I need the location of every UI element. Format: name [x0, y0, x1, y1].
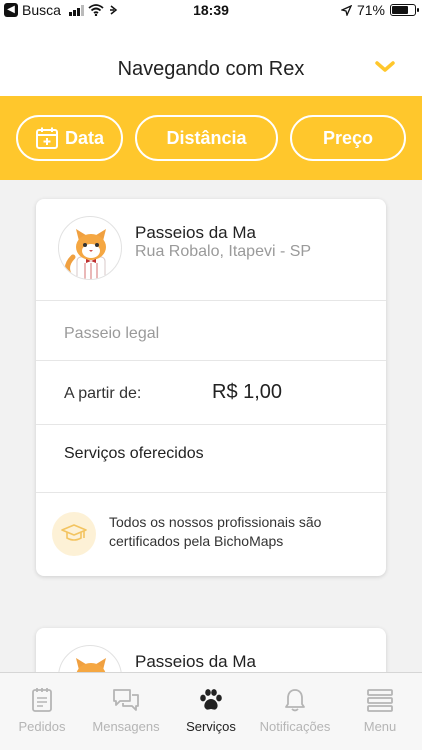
bell-icon: [280, 686, 310, 714]
chat-icon: [111, 686, 141, 714]
card-header: Passeios da Ma Rua Robalo, Itapevi - SP: [36, 199, 386, 300]
services-label[interactable]: Serviços oferecidos: [64, 445, 204, 463]
tab-bar: Pedidos Mensagens Serviços Notificações …: [0, 672, 422, 750]
calendar-icon: [35, 127, 58, 149]
page-title: Navegando com Rex: [117, 58, 305, 80]
description-row: Passeio legal: [36, 300, 386, 360]
filter-distance-label: Distância: [166, 127, 247, 148]
tab-mensagens[interactable]: Mensagens: [84, 673, 168, 741]
filter-price-label: Preço: [322, 127, 374, 148]
menu-icon: [365, 686, 395, 714]
certification-text: Todos os nossos profissionais são certif…: [109, 514, 322, 549]
price-label: A partir de:: [64, 385, 142, 402]
chevron-down-icon[interactable]: [374, 58, 396, 76]
graduation-cap-icon: [52, 512, 96, 556]
filter-price-button[interactable]: Preço: [290, 115, 406, 161]
shop-address: Rua Robalo, Itapevi - SP: [135, 243, 312, 260]
battery-fill: [392, 6, 408, 14]
status-right: 71%: [340, 2, 419, 18]
shop-name: Passeios da Ma: [135, 652, 256, 671]
paw-icon: [196, 686, 226, 714]
tab-notificacoes[interactable]: Notificações: [253, 673, 337, 741]
tab-label: Serviços: [186, 719, 236, 734]
filter-date-button[interactable]: Data: [16, 115, 123, 161]
tab-label: Menu: [363, 719, 397, 734]
filter-bar: Data Distância Preço: [0, 96, 422, 180]
cat-avatar-icon: [58, 216, 122, 280]
tab-menu[interactable]: Menu: [338, 673, 422, 741]
tab-pedidos[interactable]: Pedidos: [0, 673, 84, 741]
shop-name: Passeios da Ma: [135, 223, 256, 242]
status-bar: ◀ Busca 18:39 71%: [0, 0, 422, 20]
certification-row: Todos os nossos profissionais são certif…: [36, 492, 386, 576]
filter-date-label: Data: [64, 127, 104, 148]
tab-label: Mensagens: [92, 719, 160, 734]
battery-percent: 71%: [356, 2, 385, 18]
service-description: Passeio legal: [64, 325, 160, 342]
header: Navegando com Rex: [0, 20, 422, 96]
clipboard-icon: [27, 686, 57, 714]
tab-label: Pedidos: [18, 719, 66, 734]
battery-icon: [390, 4, 419, 16]
services-row[interactable]: Serviços oferecidos: [36, 424, 386, 492]
filter-distance-button[interactable]: Distância: [135, 115, 278, 161]
service-card[interactable]: Passeios da Ma Rua Robalo, Itapevi - SP …: [36, 199, 386, 576]
location-arrow-icon: [340, 4, 352, 16]
tab-servicos[interactable]: Serviços: [169, 673, 253, 741]
tab-label: Notificações: [259, 719, 331, 734]
price-row: A partir de: R$ 1,00: [36, 360, 386, 424]
price-value: R$ 1,00: [212, 381, 283, 403]
